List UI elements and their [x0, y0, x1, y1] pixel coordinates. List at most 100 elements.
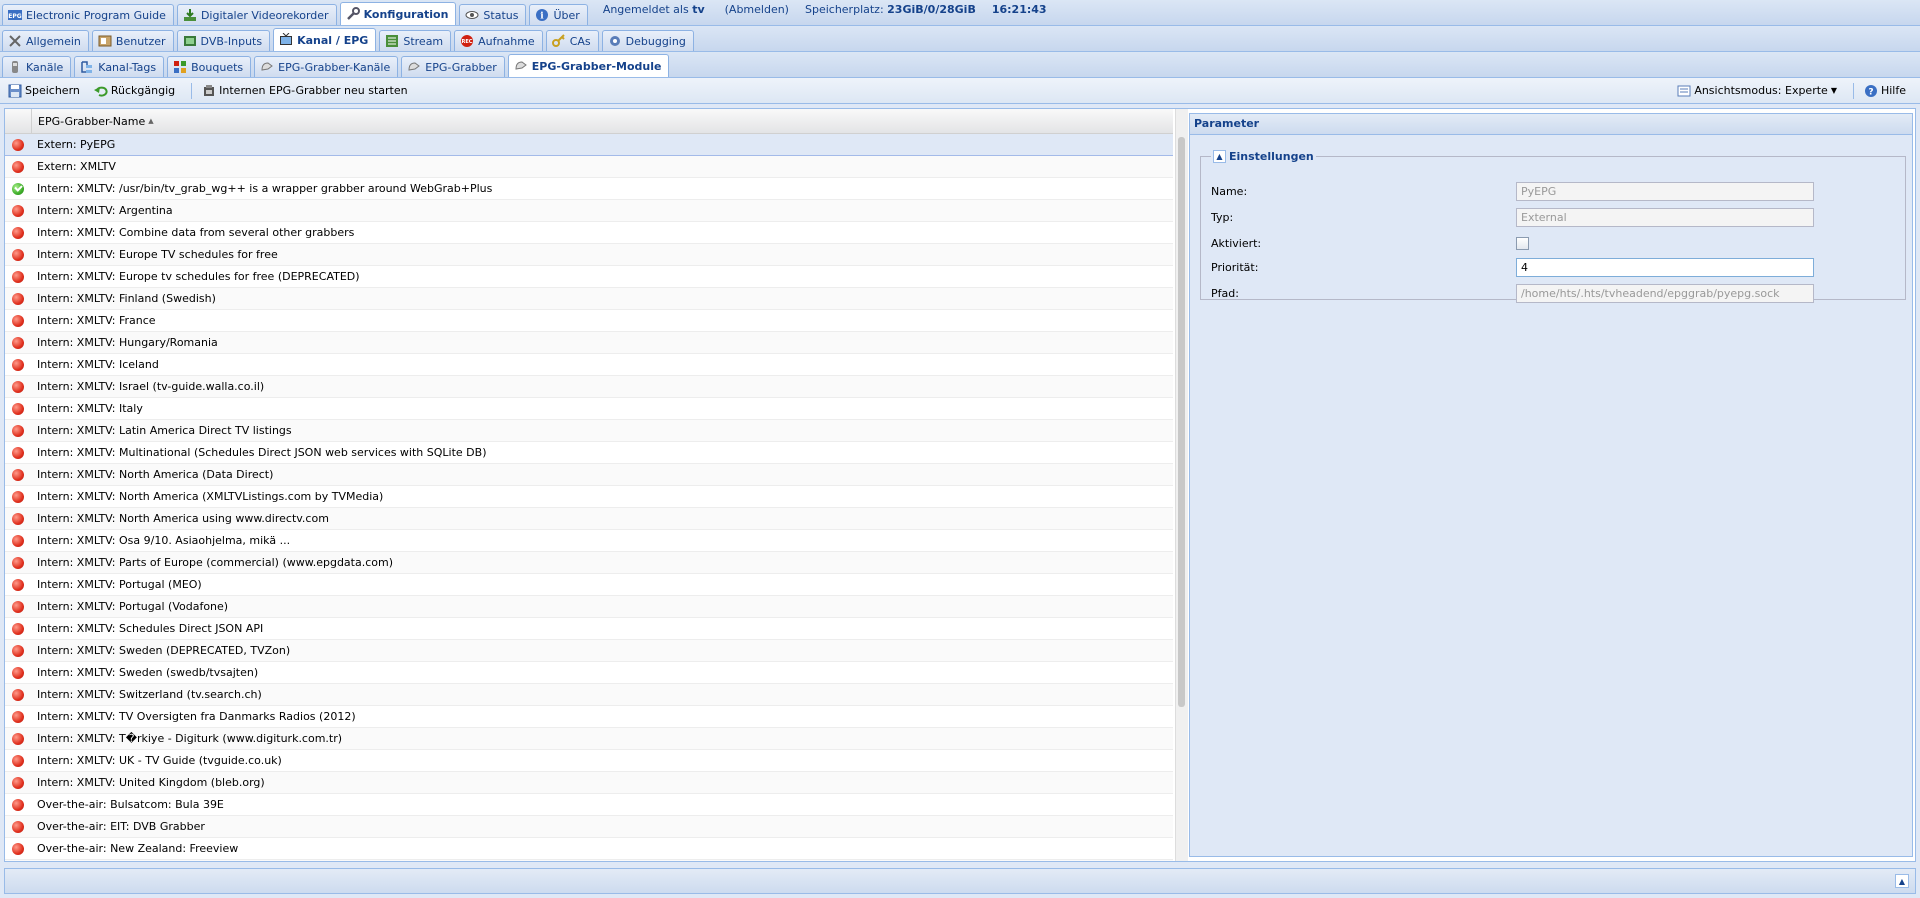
tab-konfiguration[interactable]: Konfiguration — [339, 2, 457, 25]
tab-aufnahme[interactable]: REC Aufnahme — [454, 30, 543, 51]
status-cell — [5, 798, 31, 811]
status-cell — [5, 754, 31, 767]
priority-row: Priorität: 4 — [1211, 257, 1901, 277]
table-row[interactable]: Intern: XMLTV: Israel (tv-guide.walla.co… — [5, 376, 1173, 398]
table-row[interactable]: Intern: XMLTV: Latin America Direct TV l… — [5, 420, 1173, 442]
disabled-icon — [12, 468, 24, 481]
grabber-name-cell: Intern: XMLTV: North America (Data Direc… — [37, 468, 274, 481]
tab-digitaler-videorekorder[interactable]: Digitaler Videorekorder — [176, 4, 337, 25]
tab-stream[interactable]: Stream — [379, 30, 452, 51]
epggrabber-channels-icon — [260, 60, 274, 74]
type-row: Typ: External — [1211, 207, 1901, 227]
disabled-icon — [12, 490, 24, 503]
table-row[interactable]: Intern: XMLTV: Italy — [5, 398, 1173, 420]
status-cell — [5, 600, 31, 613]
table-row[interactable]: Over-the-air: New Zealand: Freeview — [5, 838, 1173, 860]
table-row[interactable]: Intern: XMLTV: Portugal (Vodafone) — [5, 596, 1173, 618]
subtab-epg-grabber[interactable]: EPG-Grabber — [401, 56, 505, 77]
table-row[interactable]: Intern: XMLTV: UK - TV Guide (tvguide.co… — [5, 750, 1173, 772]
table-row[interactable]: Intern: XMLTV: Parts of Europe (commerci… — [5, 552, 1173, 574]
table-row[interactable]: Intern: XMLTV: Hungary/Romania — [5, 332, 1173, 354]
subtab-kanaele[interactable]: Kanäle — [2, 56, 72, 77]
table-row[interactable]: Intern: XMLTV: Portugal (MEO) — [5, 574, 1173, 596]
name-column-header[interactable]: EPG-Grabber-Name ▲ — [32, 109, 1173, 133]
tab-electronic-program-guide[interactable]: EPG Electronic Program Guide — [2, 4, 174, 25]
tab-dvb-inputs[interactable]: DVB-Inputs — [176, 30, 271, 51]
subtab-epg-grabber-module[interactable]: EPG-Grabber-Module — [507, 54, 670, 77]
table-row[interactable]: Intern: XMLTV: Switzerland (tv.search.ch… — [5, 684, 1173, 706]
status-cell — [5, 138, 31, 151]
table-row[interactable]: Intern: XMLTV: Combine data from several… — [5, 222, 1173, 244]
channel-epg-tabs: Kanäle Kanal-Tags Bouquets EPG-Grabber-Kanä… — [0, 52, 1920, 78]
disabled-icon — [12, 556, 24, 569]
tab-kanal-epg[interactable]: Kanal / EPG — [273, 28, 377, 51]
disabled-icon — [12, 534, 24, 547]
table-row[interactable]: Intern: XMLTV: Argentina — [5, 200, 1173, 222]
table-row[interactable]: Intern: XMLTV: Sweden (swedb/tvsajten) — [5, 662, 1173, 684]
status-cell — [5, 182, 31, 195]
help-button[interactable]: ? Hilfe — [1860, 82, 1910, 100]
table-row[interactable]: Intern: XMLTV: France — [5, 310, 1173, 332]
table-row[interactable]: Intern: XMLTV: Europe tv schedules for f… — [5, 266, 1173, 288]
subtab-kanal-tags[interactable]: Kanal-Tags — [74, 56, 165, 77]
grabber-name-cell: Intern: XMLTV: Finland (Swedish) — [37, 292, 216, 305]
table-row[interactable]: Over-the-air: EIT: DVB Grabber — [5, 816, 1173, 838]
table-row[interactable]: Intern: XMLTV: North America (Data Direc… — [5, 464, 1173, 486]
disabled-icon — [12, 138, 24, 151]
table-row[interactable]: Intern: XMLTV: Iceland — [5, 354, 1173, 376]
enabled-checkbox[interactable] — [1516, 236, 1529, 250]
table-row[interactable]: Extern: XMLTV — [5, 156, 1173, 178]
tab-allgemein[interactable]: Allgemein — [2, 30, 89, 51]
tab-cas[interactable]: CAs — [545, 30, 599, 51]
scrollbar-thumb[interactable] — [1178, 137, 1185, 707]
settings-legend[interactable]: ▲ Einstellungen — [1211, 150, 1316, 163]
tab-ueber[interactable]: i Über — [529, 4, 588, 25]
status-cell — [5, 204, 31, 217]
clock: 16:21:43 — [991, 3, 1047, 16]
grid-scrollbar[interactable] — [1175, 109, 1188, 861]
grabber-name-cell: Over-the-air: New Zealand: Freeview — [37, 842, 239, 855]
restart-label: Internen EPG-Grabber neu starten — [219, 84, 408, 97]
tab-label: Allgemein — [26, 34, 81, 48]
expand-icon[interactable]: ▲ — [1895, 874, 1909, 888]
priority-field[interactable]: 4 — [1516, 257, 1814, 277]
table-row[interactable]: Intern: XMLTV: North America (XMLTVListi… — [5, 486, 1173, 508]
tab-debugging[interactable]: Debugging — [601, 30, 694, 51]
toolbar-separator — [191, 82, 193, 99]
table-row[interactable]: Intern: XMLTV: Multinational (Schedules … — [5, 442, 1173, 464]
table-row[interactable]: Intern: XMLTV: Finland (Swedish) — [5, 288, 1173, 310]
logout-link[interactable]: (Abmelden) — [725, 3, 789, 16]
disabled-icon — [12, 446, 24, 459]
tab-benutzer[interactable]: Benutzer — [91, 30, 174, 51]
subtab-epg-grabber-kanaele[interactable]: EPG-Grabber-Kanäle — [254, 56, 399, 77]
table-row[interactable]: Intern: XMLTV: /usr/bin/tv_grab_wg++ is … — [5, 178, 1173, 200]
save-label: Speichern — [25, 84, 80, 97]
key-icon — [551, 34, 566, 48]
status-cell — [5, 644, 31, 657]
table-row[interactable]: Over-the-air: Bulsatcom: Bula 39E — [5, 794, 1173, 816]
chevron-down-icon: ▼ — [1830, 86, 1837, 95]
parameter-title: Parameter — [1190, 114, 1912, 135]
toolbar-separator — [1852, 82, 1854, 99]
epg-icon: EPG — [8, 8, 22, 22]
status-cell — [5, 578, 31, 591]
view-mode-dropdown[interactable]: Ansichtsmodus: Experte ▼ — [1673, 82, 1841, 100]
table-row[interactable]: Intern: XMLTV: North America using www.d… — [5, 508, 1173, 530]
table-row[interactable]: Intern: XMLTV: Europe TV schedules for f… — [5, 244, 1173, 266]
table-row[interactable]: Intern: XMLTV: United Kingdom (bleb.org) — [5, 772, 1173, 794]
collapse-icon[interactable]: ▲ — [1213, 150, 1226, 163]
path-row: Pfad: /home/hts/.hts/tvheadend/epggrab/p… — [1211, 283, 1901, 303]
subtab-bouquets[interactable]: Bouquets — [167, 56, 252, 77]
save-button[interactable]: Speichern — [4, 82, 84, 100]
table-row[interactable]: Intern: XMLTV: TV Oversigten fra Danmark… — [5, 706, 1173, 728]
tab-status[interactable]: Status — [459, 4, 527, 25]
restart-epggrabber-button[interactable]: Internen EPG-Grabber neu starten — [198, 82, 411, 100]
wrench-icon — [346, 7, 360, 21]
undo-button[interactable]: Rückgängig — [90, 82, 179, 100]
table-row[interactable]: Intern: XMLTV: Sweden (DEPRECATED, TVZon… — [5, 640, 1173, 662]
table-row[interactable]: Over-the-air: OpenTV: Ausat — [5, 860, 1173, 861]
table-row[interactable]: Extern: PyEPG — [5, 134, 1173, 156]
table-row[interactable]: Intern: XMLTV: Schedules Direct JSON API — [5, 618, 1173, 640]
table-row[interactable]: Intern: XMLTV: Osa 9/10. Asiaohjelma, mi… — [5, 530, 1173, 552]
table-row[interactable]: Intern: XMLTV: T�rkiye - Digiturk (www.d… — [5, 728, 1173, 750]
